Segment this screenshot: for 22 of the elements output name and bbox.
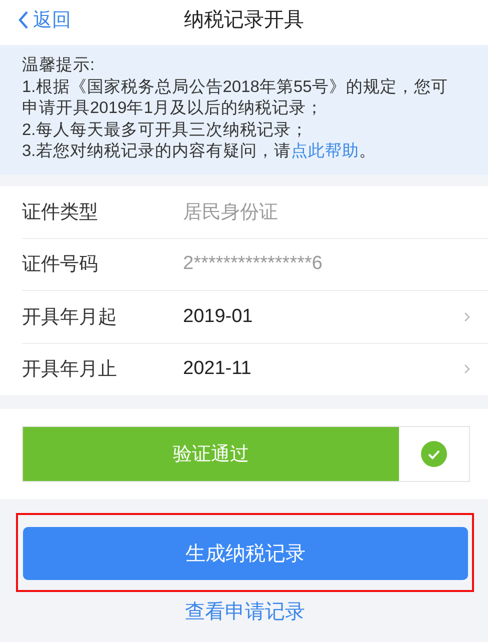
chevron-right-icon: [464, 312, 470, 322]
page-title: 纳税记录开具: [184, 8, 304, 33]
notice-text: 3.若您对纳税记录的内容有疑问，请点此帮助。: [22, 141, 377, 162]
field-label: 证件类型: [22, 200, 99, 225]
field-label: 开具年月止: [22, 358, 118, 382]
back-chevron-icon: [18, 11, 29, 29]
generate-record-button[interactable]: 生成纳税记录: [23, 527, 468, 580]
back-button[interactable]: 返回: [18, 0, 71, 40]
date-picker-value[interactable]: 2019-01: [183, 306, 464, 328]
check-circle-icon: [421, 441, 447, 467]
history-link[interactable]: 查看申请记录: [185, 600, 305, 624]
help-link[interactable]: 点此帮助: [290, 142, 359, 160]
field-value: 居民身份证: [183, 200, 279, 225]
notice-title: 温馨提示:: [22, 55, 96, 76]
field-label: 证件号码: [22, 253, 99, 278]
chevron-right-icon: [464, 364, 470, 374]
field-label: 开具年月起: [22, 306, 118, 330]
verification-bar: 验证通过: [23, 427, 399, 481]
date-picker-value[interactable]: 2021-11: [183, 358, 464, 380]
notice-text: 1.根据《国家税务总局公告2018年第55号》的规定，您可申请开具2019年1月及以后的纳税记录；: [22, 76, 449, 119]
notice-text: 2.每人每天最多可开具三次纳税记录；: [22, 120, 309, 140]
field-value: 2****************6: [183, 253, 324, 276]
